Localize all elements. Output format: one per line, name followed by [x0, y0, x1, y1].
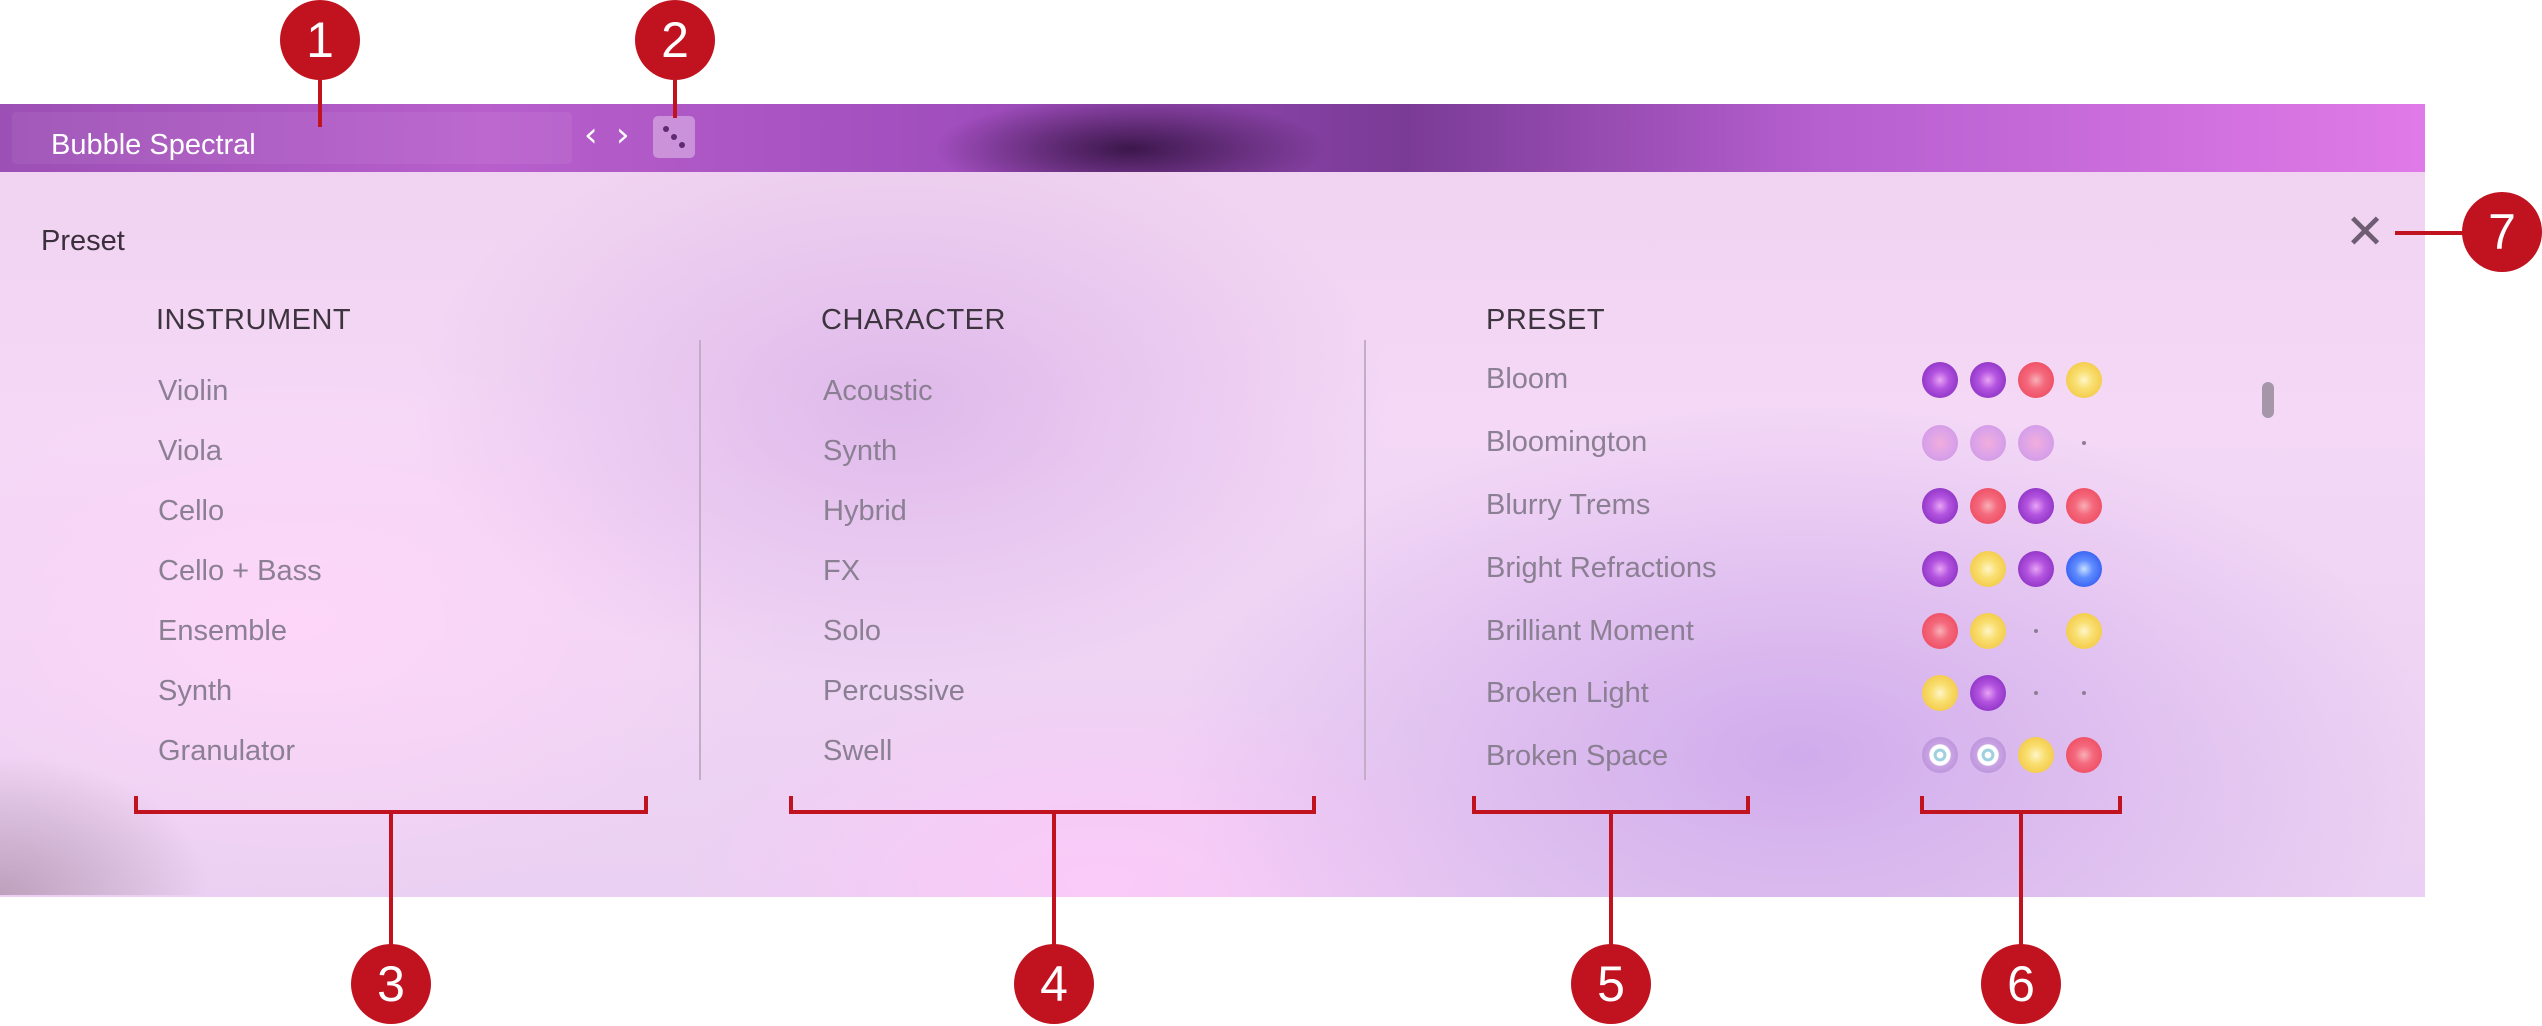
tag-dot-yellow: [2018, 737, 2054, 773]
instrument-title: Bubble Spectral: [51, 129, 256, 161]
tag-dot-ring: [1922, 737, 1958, 773]
tag-dot-purple: [1922, 551, 1958, 587]
instrument-item[interactable]: Ensemble: [158, 615, 287, 648]
preset-item[interactable]: Brilliant Moment: [1486, 615, 1694, 648]
preset-list-scrollbar[interactable]: [2262, 382, 2274, 418]
callout-badge: 3: [351, 944, 431, 1024]
preset-item[interactable]: Blurry Trems: [1486, 489, 1650, 522]
character-item[interactable]: Acoustic: [823, 375, 933, 408]
column-divider: [699, 340, 701, 780]
callout-badge: 7: [2462, 192, 2542, 272]
tag-dot-red: [1922, 613, 1958, 649]
character-heading: CHARACTER: [821, 304, 1006, 336]
tag-dot-purple: [2018, 488, 2054, 524]
tag-dot-red: [2066, 488, 2102, 524]
tag-dot-empty: [2018, 613, 2054, 649]
preset-browser-panel: [0, 104, 2425, 897]
callout-badge: 6: [1981, 944, 2061, 1024]
tag-dot-purple: [1922, 488, 1958, 524]
instrument-item[interactable]: Granulator: [158, 735, 295, 768]
preset-item[interactable]: Bright Refractions: [1486, 552, 1717, 585]
callout-bracket: [134, 796, 138, 812]
callout-line: [2395, 231, 2468, 235]
tag-dot-yellow: [1970, 551, 2006, 587]
tag-dot-faded: [2018, 425, 2054, 461]
preset-item[interactable]: Bloomington: [1486, 426, 1647, 459]
callout-bracket: [644, 796, 648, 812]
tag-dot-red: [1970, 488, 2006, 524]
tag-dot-faded: [1970, 425, 2006, 461]
instrument-item[interactable]: Synth: [158, 675, 232, 708]
tag-dot-purple: [2018, 551, 2054, 587]
tag-dot-blue: [2066, 551, 2102, 587]
tag-dot-faded: [1922, 425, 1958, 461]
callout-line: [673, 80, 677, 118]
callout-line: [1052, 812, 1056, 952]
callout-line: [318, 80, 322, 127]
character-item[interactable]: Percussive: [823, 675, 965, 708]
instrument-title-box[interactable]: Bubble Spectral: [12, 112, 572, 164]
tag-dot-red: [2018, 362, 2054, 398]
instrument-item[interactable]: Cello: [158, 495, 224, 528]
tag-dot-empty: [2066, 425, 2102, 461]
callout-line: [1609, 812, 1613, 952]
callout-bracket: [1920, 796, 1924, 812]
character-item[interactable]: Swell: [823, 735, 892, 768]
character-item[interactable]: Hybrid: [823, 495, 907, 528]
tag-dot-purple: [1970, 362, 2006, 398]
instrument-item[interactable]: Violin: [158, 375, 228, 408]
tag-dot-empty: [2018, 675, 2054, 711]
tag-dot-red: [2066, 737, 2102, 773]
tag-dot-purple: [1922, 362, 1958, 398]
preset-item[interactable]: Broken Space: [1486, 740, 1668, 773]
preset-item[interactable]: Bloom: [1486, 363, 1568, 396]
panel-title: Preset: [41, 225, 125, 257]
next-preset-icon[interactable]: ›: [616, 118, 630, 152]
instrument-header-bar: Bubble Spectral ‹ ›: [0, 104, 2425, 172]
callout-badge: 5: [1571, 944, 1651, 1024]
previous-preset-icon[interactable]: ‹: [584, 118, 598, 152]
instrument-heading: INSTRUMENT: [156, 304, 352, 336]
callout-badge: 2: [635, 0, 715, 80]
tag-dot-ring: [1970, 737, 2006, 773]
tag-dot-empty: [2066, 675, 2102, 711]
character-item[interactable]: FX: [823, 555, 860, 588]
callout-line: [389, 812, 393, 952]
tag-dot-yellow: [1922, 675, 1958, 711]
preset-heading: PRESET: [1486, 304, 1606, 336]
callout-bracket: [1472, 796, 1476, 812]
instrument-item[interactable]: Viola: [158, 435, 222, 468]
callout-bracket: [1746, 796, 1750, 812]
close-icon[interactable]: ✕: [2345, 208, 2385, 256]
callout-badge: 4: [1014, 944, 1094, 1024]
tag-dot-purple: [1970, 675, 2006, 711]
callout-line: [2019, 812, 2023, 952]
preset-item[interactable]: Broken Light: [1486, 677, 1649, 710]
character-item[interactable]: Synth: [823, 435, 897, 468]
callout-bracket: [2118, 796, 2122, 812]
column-divider: [1364, 340, 1366, 780]
tag-dot-yellow: [2066, 362, 2102, 398]
tag-dot-yellow: [2066, 613, 2102, 649]
callout-bracket: [1312, 796, 1316, 812]
dice-icon[interactable]: [653, 116, 695, 158]
tag-dot-yellow: [1970, 613, 2006, 649]
instrument-item[interactable]: Cello + Bass: [158, 555, 322, 588]
callout-badge: 1: [280, 0, 360, 80]
character-item[interactable]: Solo: [823, 615, 881, 648]
callout-bracket: [789, 796, 793, 812]
